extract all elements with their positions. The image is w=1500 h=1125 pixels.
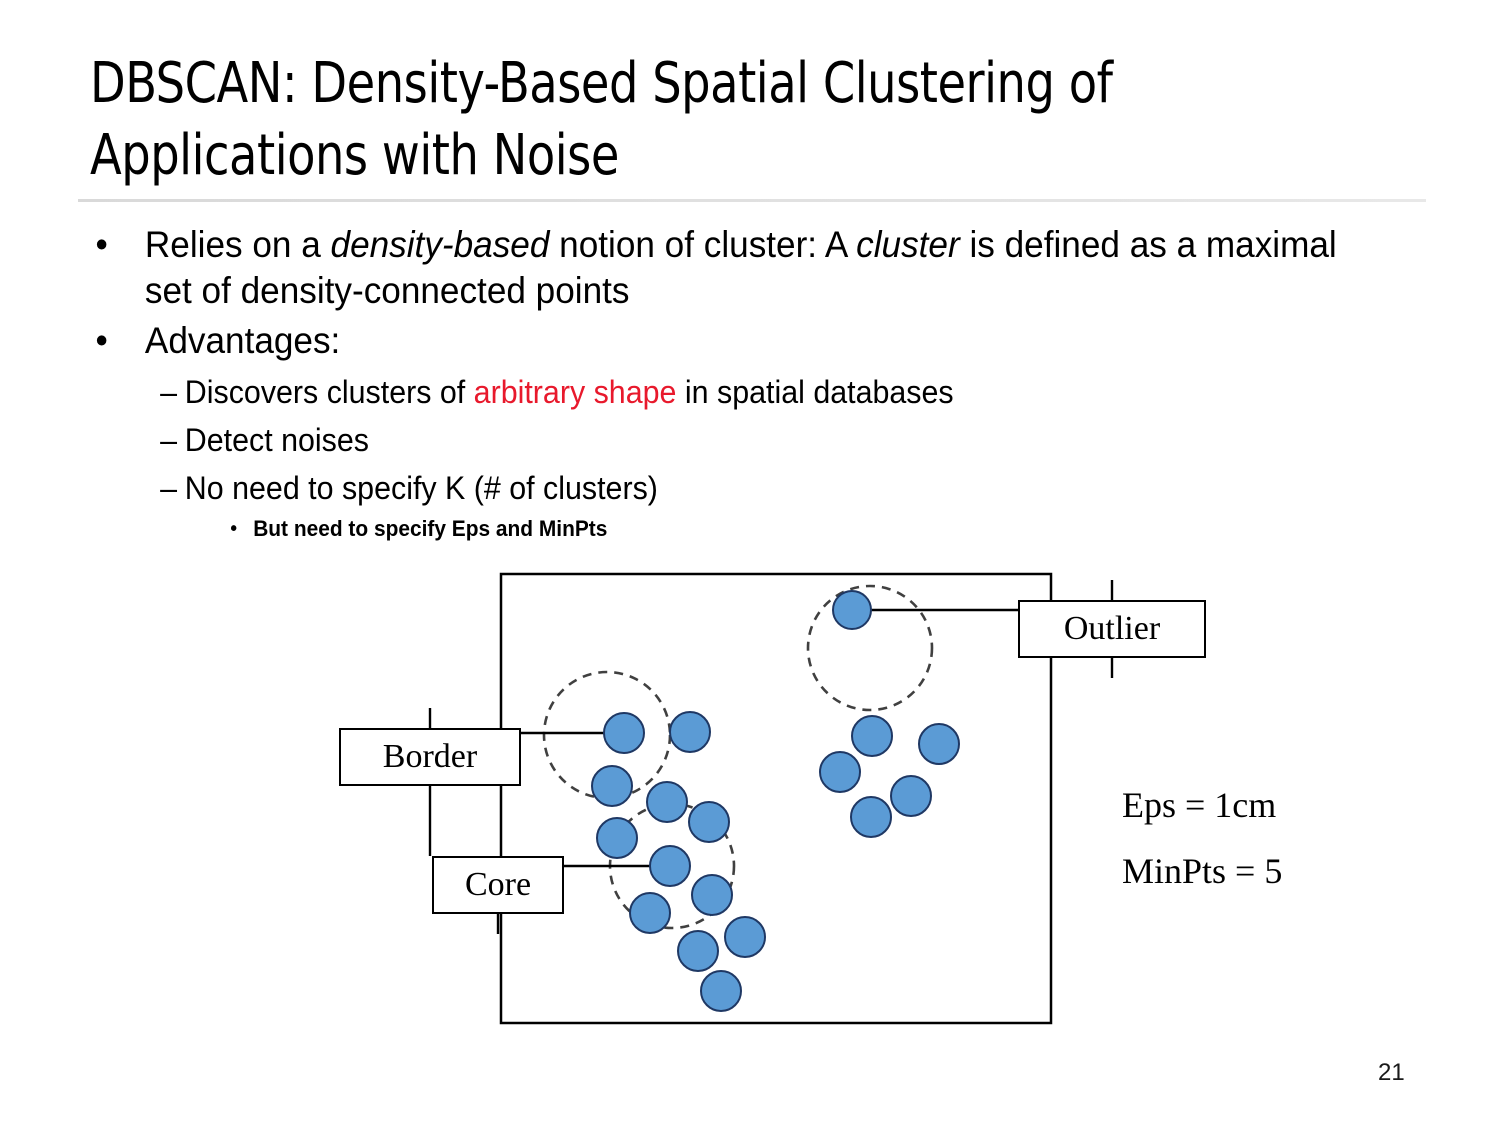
border-eps-circle <box>542 670 672 800</box>
sub-sub-bullet-eps-minpts-label: But need to specify Eps and MinPts <box>253 516 608 541</box>
dash-glyph: – <box>160 470 178 506</box>
sub-bullet-detect-noises-label: Detect noises <box>184 422 369 458</box>
core-label-box[interactable]: Core <box>432 856 564 914</box>
page-title-line-2: Applications with Noise <box>90 123 619 188</box>
page-title-line-1: DBSCAN: Density-Based Spatial Clustering… <box>90 51 1113 116</box>
data-point-cluster-4 <box>646 781 688 823</box>
diagram-frame <box>499 572 1053 1025</box>
eps-parameter-text: Eps = 1cm <box>1122 785 1277 825</box>
data-point-cluster-2 <box>669 711 711 753</box>
outlier-label-box[interactable]: Outlier <box>1018 600 1206 658</box>
bullet-glyph: • <box>95 320 108 361</box>
sub-bullet-discovers-pre: Discovers clusters of <box>184 374 474 410</box>
dash-glyph: – <box>160 422 178 458</box>
data-point-cluster-6 <box>688 801 730 843</box>
data-point-cluster-16 <box>890 775 932 817</box>
page-title: DBSCAN: Density-Based Spatial Clustering… <box>90 48 1277 192</box>
bullet-glyph: • <box>95 224 108 265</box>
bullet-relies-em-cluster: cluster <box>856 224 960 265</box>
border-label-text: Border <box>382 738 478 775</box>
data-point-cluster-8 <box>691 874 733 916</box>
sub-sub-bullet-eps-minpts: • But need to specify Eps and MinPts <box>86 512 1359 546</box>
sub-bullet-no-need-k: – No need to specify K (# of clusters) <box>86 464 1359 512</box>
data-point-cluster-17 <box>850 796 892 838</box>
data-point-cluster-12 <box>700 970 742 1012</box>
core-eps-circle <box>608 802 736 930</box>
bullet-relies-pre: Relies on a <box>144 224 331 265</box>
bullet-item-relies: • Relies on a density-based notion of clu… <box>86 222 1359 314</box>
border-label-box[interactable]: Border <box>339 728 521 786</box>
body-content: • Relies on a density-based notion of clu… <box>86 222 1426 546</box>
sub-bullet-arbitrary-shape-highlight: arbitrary shape <box>473 374 677 410</box>
data-point-cluster-15 <box>819 751 861 793</box>
title-divider <box>78 199 1426 202</box>
data-point-cluster-9 <box>629 892 671 934</box>
bullet-item-advantages: • Advantages: <box>86 318 1359 364</box>
data-point-core-7 <box>649 845 691 887</box>
core-label-text: Core <box>464 866 532 903</box>
data-point-outlier-0 <box>832 590 872 630</box>
outlier-label-text: Outlier <box>1063 610 1161 647</box>
data-point-cluster-5 <box>596 817 638 859</box>
data-point-cluster-13 <box>851 715 893 757</box>
bullet-relies-mid: notion of cluster: A <box>549 224 857 265</box>
page-number: 21 <box>1378 1059 1405 1086</box>
bullet-relies-em-density-based: density-based <box>330 224 550 265</box>
slide-canvas: DBSCAN: Density-Based Spatial Clustering… <box>0 0 1500 1125</box>
sub-bullet-discovers-post: in spatial databases <box>676 374 954 410</box>
sub-bullet-arbitrary-shape: – Discovers clusters of arbitrary shape i… <box>86 368 1359 416</box>
outlier-eps-circle <box>806 584 934 712</box>
dash-glyph: – <box>160 374 178 410</box>
sub-bullet-detect-noises: – Detect noises <box>86 416 1359 464</box>
data-point-cluster-14 <box>918 723 960 765</box>
data-point-cluster-10 <box>724 916 766 958</box>
data-point-cluster-3 <box>591 765 633 807</box>
sub-bullet-no-need-k-label: No need to specify K (# of clusters) <box>184 470 658 506</box>
data-point-border-1 <box>603 712 645 754</box>
bullet-advantages-label: Advantages: <box>144 320 341 361</box>
minpts-parameter-text: MinPts = 5 <box>1122 851 1283 891</box>
data-point-cluster-11 <box>677 930 719 972</box>
bullet-glyph: • <box>230 518 238 540</box>
